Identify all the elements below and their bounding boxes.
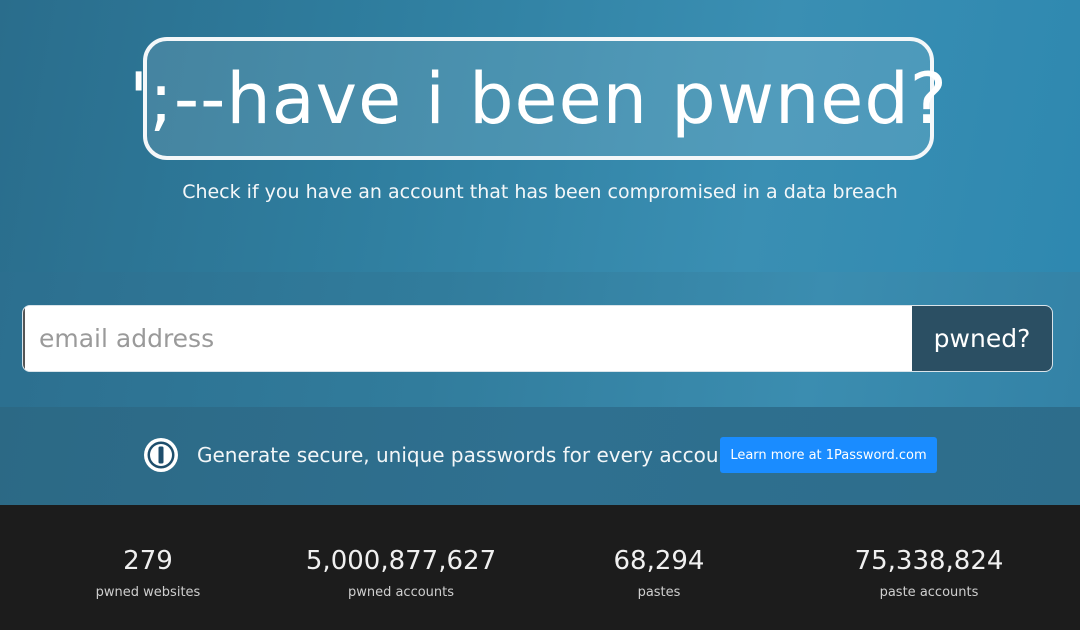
tagline: Check if you have an account that has be… (182, 181, 898, 203)
stat-pwned-accounts: 5,000,877,627 pwned accounts (281, 545, 521, 600)
promo-text: Generate secure, unique passwords for ev… (197, 443, 740, 467)
search-form: pwned? (22, 305, 1053, 372)
stat-value: 5,000,877,627 (305, 546, 497, 576)
stats-section: 279 pwned websites 5,000,877,627 pwned a… (0, 505, 1080, 630)
stat-label: paste accounts (879, 585, 979, 600)
stat-pastes: 68,294 pastes (559, 545, 759, 600)
stat-label: pwned websites (95, 585, 201, 600)
1password-logo-icon (144, 438, 178, 472)
stat-value: 279 (123, 546, 173, 576)
stat-paste-accounts: 75,338,824 paste accounts (829, 545, 1029, 600)
stat-label: pwned accounts (347, 585, 455, 600)
stat-value: 68,294 (613, 546, 705, 576)
hero-banner: ';--have i been pwned? Check if you have… (0, 0, 1080, 272)
pwned-search-button[interactable]: pwned? (912, 306, 1052, 371)
site-logo[interactable]: ';--have i been pwned? (129, 37, 947, 160)
email-input[interactable] (23, 306, 912, 371)
search-section: pwned? (0, 272, 1080, 407)
stat-pwned-websites: 279 pwned websites (48, 545, 248, 600)
site-title: ';--have i been pwned? (129, 57, 948, 140)
stat-value: 75,338,824 (854, 546, 1004, 576)
stat-label: pastes (637, 585, 681, 600)
learn-more-1password-button[interactable]: Learn more at 1Password.com (720, 437, 937, 473)
